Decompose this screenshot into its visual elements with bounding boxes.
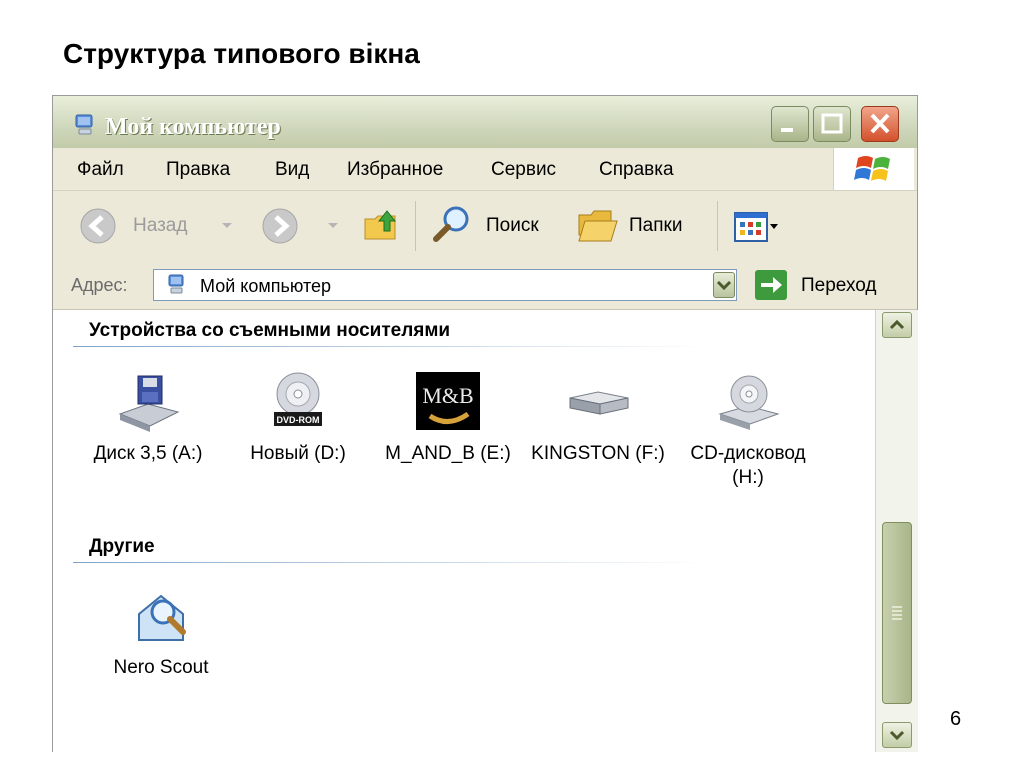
explorer-window: Мой компьютер Файл Правка Вид Избранное … [52, 95, 918, 752]
drive-label-f: KINGSTON (F:) [531, 443, 665, 464]
windows-logo-box [833, 148, 914, 190]
removable-disk-icon [569, 391, 629, 415]
folders-label: Папки [629, 215, 683, 236]
folders-icon [578, 210, 618, 242]
chevron-up-icon [889, 319, 905, 330]
minimize-button[interactable] [771, 106, 809, 142]
scroll-up-button[interactable] [882, 312, 912, 338]
group-divider [73, 346, 713, 347]
scroll-down-button[interactable] [882, 722, 912, 748]
back-label: Назад [133, 215, 188, 236]
minimize-icon [781, 128, 793, 132]
address-bar: Адрес: Мой компьютер Переход [53, 261, 917, 310]
menu-view[interactable]: Вид [275, 159, 309, 181]
back-arrow-icon [80, 208, 116, 244]
group-header-other: Другие [89, 536, 155, 557]
address-field[interactable]: Мой компьютер [153, 269, 737, 301]
menu-help[interactable]: Справка [599, 159, 674, 181]
windows-logo-icon [854, 156, 890, 181]
go-label: Переход [801, 275, 877, 296]
go-arrow-icon [761, 277, 782, 293]
close-icon [870, 113, 890, 134]
grip-icon [892, 606, 902, 620]
forward-arrow-icon[interactable] [261, 207, 299, 245]
maximize-icon [821, 113, 843, 134]
toolbar-separator [415, 201, 416, 251]
address-label: Адрес: [71, 275, 128, 295]
menu-tools[interactable]: Сервис [491, 159, 556, 181]
address-dropdown-button[interactable] [713, 272, 735, 298]
m-and-b-badge: M&B [422, 383, 474, 408]
group-divider [73, 562, 713, 563]
drive-label-d: Новый (D:) [250, 443, 346, 464]
search-icon [433, 206, 469, 242]
vertical-scrollbar[interactable] [875, 310, 918, 752]
content-pane: Устройства со съемными носителями Диск 3… [53, 310, 875, 752]
menu-file[interactable]: Файл [77, 159, 124, 181]
page-number: 6 [950, 708, 962, 730]
nero-scout-icon [138, 594, 186, 641]
cd-drive-icon [718, 375, 780, 430]
title-bar[interactable]: Мой компьютер [53, 96, 917, 148]
window-title: Мой компьютер [105, 114, 281, 140]
dvd-rom-badge: DVD-ROM [276, 415, 320, 425]
search-label: Поиск [486, 215, 539, 236]
floppy-drive-icon [118, 375, 180, 432]
menu-edit[interactable]: Правка [166, 159, 230, 181]
my-computer-icon [168, 274, 184, 294]
maximize-button[interactable] [813, 106, 851, 142]
address-value: Мой компьютер [200, 276, 332, 296]
folder-up-icon[interactable] [361, 205, 401, 245]
menu-favorites[interactable]: Избранное [347, 159, 443, 181]
toolbar-separator [717, 201, 718, 251]
chevron-down-icon [889, 730, 905, 741]
chevron-down-icon [716, 280, 732, 291]
scroll-thumb[interactable] [882, 522, 912, 704]
menu-bar: Файл Правка Вид Избранное Сервис Справка [53, 148, 917, 191]
back-dropdown-icon[interactable] [221, 222, 233, 230]
drive-label-h: CD-дисковод (H:) [690, 443, 806, 488]
drive-label-e: M_AND_B (E:) [385, 443, 511, 464]
group-header-removable: Устройства со съемными носителями [89, 320, 451, 341]
close-button[interactable] [861, 106, 899, 142]
nero-scout-label: Nero Scout [113, 657, 209, 678]
my-computer-icon [75, 114, 93, 135]
drive-label-a: Диск 3,5 (A:) [93, 443, 203, 464]
views-icon [734, 212, 778, 242]
forward-dropdown-icon[interactable] [327, 222, 339, 230]
standard-toolbar: Назад Поиск Папки [53, 191, 917, 262]
slide-title: Структура типового вікна [63, 38, 420, 69]
